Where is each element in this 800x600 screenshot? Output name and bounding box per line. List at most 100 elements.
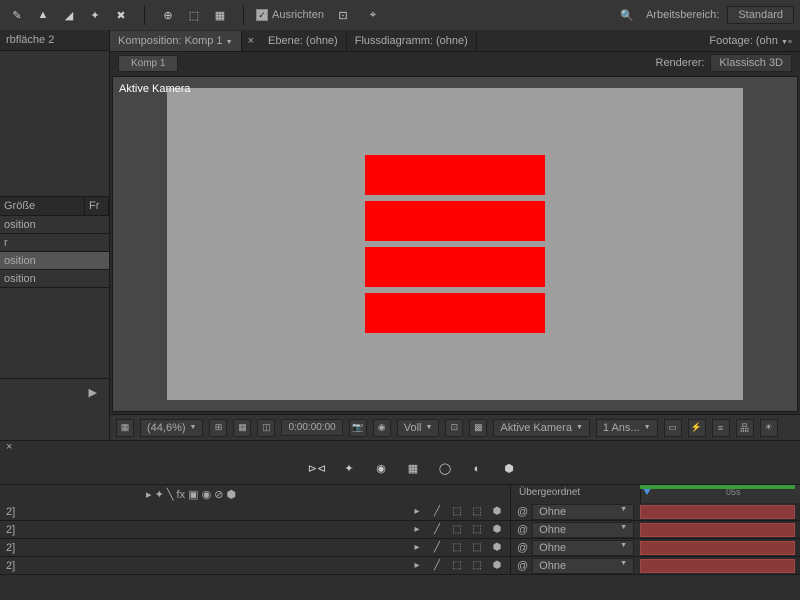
left-panel: rbfläche 2 Größe Fr osition r osition os… [0, 30, 110, 440]
layer-row[interactable]: 2]▸╱⬚⬚⬢ @Ohne▼ [0, 503, 800, 521]
renderer-dropdown[interactable]: Klassisch 3D [710, 54, 792, 72]
timeline-tools: ⊳⊲ ✦ ◉ ▦ ◯ ◐ ⬢ [0, 453, 800, 485]
close-icon[interactable]: × [6, 441, 12, 453]
resolution-dropdown[interactable]: Voll▼ [397, 419, 440, 437]
brush-icon[interactable]: ✦ [84, 4, 106, 26]
blur-icon[interactable]: ◐ [466, 458, 488, 480]
world-axis-icon[interactable]: ⬚ [183, 4, 205, 26]
list-item[interactable]: r [0, 234, 109, 252]
transparency-icon[interactable]: ▩ [469, 419, 487, 437]
comp-flow-icon[interactable]: 品 [736, 419, 754, 437]
col-fr[interactable]: Fr [85, 197, 109, 215]
switches-header: ▸ ✦ ╲ fx ▣ ◉ ⊘ ⬢ [0, 485, 510, 503]
motion-blur-icon[interactable]: ◉ [370, 458, 392, 480]
list-item[interactable]: osition [0, 270, 109, 288]
col-size[interactable]: Größe [0, 197, 85, 215]
left-panel-tab[interactable]: rbfläche 2 [0, 30, 109, 51]
pickwhip-icon[interactable]: @ [517, 524, 528, 536]
layer-name: 2] [6, 506, 15, 518]
search-icon[interactable]: 🔍 [616, 4, 638, 26]
tool-group-axis: ⊕ ⬚ ▦ [157, 4, 231, 26]
align-checkbox[interactable]: ✓ Ausrichten [256, 9, 324, 21]
layer-name: 2] [6, 542, 15, 554]
chevron-down-icon[interactable]: ▼≡ [781, 39, 792, 46]
camera-dropdown[interactable]: Aktive Kamera▼ [493, 419, 589, 437]
views-dropdown[interactable]: 1 Ans...▼ [596, 419, 658, 437]
layer-bar[interactable] [640, 559, 795, 573]
eraser-icon[interactable]: ◢ [58, 4, 80, 26]
snapshot-icon[interactable]: 📷 [349, 419, 367, 437]
layer-row[interactable]: 2]▸╱⬚⬚⬢ @Ohne▼ [0, 557, 800, 575]
layer-row[interactable]: 2]▸╱⬚⬚⬢ @Ohne▼ [0, 521, 800, 539]
workspace-dropdown[interactable]: Standard [727, 6, 794, 24]
red-layer[interactable] [365, 201, 545, 241]
exposure-icon[interactable]: ☀ [760, 419, 778, 437]
composition-canvas [167, 88, 743, 400]
brain-icon[interactable]: ◯ [434, 458, 456, 480]
renderer-label: Renderer: [656, 57, 705, 69]
view-axis-icon[interactable]: ▦ [209, 4, 231, 26]
layer-name: 2] [6, 524, 15, 536]
layer-name: 2] [6, 560, 15, 572]
graph-icon[interactable]: ▦ [402, 458, 424, 480]
snap-edge-icon[interactable]: ⌖ [362, 4, 384, 26]
parent-dropdown[interactable]: Ohne▼ [532, 540, 634, 556]
snap-icon[interactable]: ⊡ [332, 4, 354, 26]
red-layer[interactable] [365, 293, 545, 333]
list-item[interactable]: osition [0, 252, 109, 270]
channel-icon[interactable]: ◉ [373, 419, 391, 437]
parent-dropdown[interactable]: Ohne▼ [532, 504, 634, 520]
separator [144, 5, 145, 25]
subtabs: Komp 1 Renderer: Klassisch 3D [110, 52, 800, 74]
timeline-icon[interactable]: ≡ [712, 419, 730, 437]
red-layer[interactable] [365, 155, 545, 195]
pin-icon[interactable]: ✖ [110, 4, 132, 26]
pickwhip-icon[interactable]: @ [517, 542, 528, 554]
pickwhip-icon[interactable]: @ [517, 560, 528, 572]
layer-bar[interactable] [640, 505, 795, 519]
tab-footage[interactable]: Footage: (ohn ▼≡ [701, 31, 800, 51]
3d-icon[interactable]: ⬢ [498, 458, 520, 480]
separator [243, 5, 244, 25]
canvas-area[interactable]: Aktive Kamera [112, 76, 798, 412]
parent-dropdown[interactable]: Ohne▼ [532, 558, 634, 574]
tab-close[interactable]: × [242, 35, 260, 47]
mask-icon[interactable]: ◫ [257, 419, 275, 437]
tool-group-left: ✎ ▲ ◢ ✦ ✖ [6, 4, 132, 26]
tab-composition[interactable]: Komposition: Komp 1 ▼ [110, 31, 242, 51]
eyedropper-icon[interactable]: ✎ [6, 4, 28, 26]
viewer-tabs: Komposition: Komp 1 ▼ × Ebene: (ohne) Fl… [110, 30, 800, 52]
chevron-down-icon[interactable]: ▼ [226, 39, 233, 46]
alpha-icon[interactable]: ▦ [116, 419, 134, 437]
layers-list: 2]▸╱⬚⬚⬢ @Ohne▼ 2]▸╱⬚⬚⬢ @Ohne▼ 2]▸╱⬚⬚⬢ @O… [0, 503, 800, 575]
layer-row[interactable]: 2]▸╱⬚⬚⬢ @Ohne▼ [0, 539, 800, 557]
align-label: Ausrichten [272, 9, 324, 21]
left-items: osition r osition osition [0, 216, 109, 288]
list-item[interactable]: osition [0, 216, 109, 234]
pickwhip-icon[interactable]: @ [517, 506, 528, 518]
pixel-aspect-icon[interactable]: ▭ [664, 419, 682, 437]
zoom-dropdown[interactable]: (44,6%)▼ [140, 419, 203, 437]
stamp-icon[interactable]: ▲ [32, 4, 54, 26]
comp-subtab[interactable]: Komp 1 [118, 55, 178, 72]
viewer-panel: Komposition: Komp 1 ▼ × Ebene: (ohne) Fl… [110, 30, 800, 440]
tab-layer[interactable]: Ebene: (ohne) [260, 31, 347, 51]
grid-icon[interactable]: ▦ [233, 419, 251, 437]
parent-dropdown[interactable]: Ohne▼ [532, 522, 634, 538]
parent-header: Übergeordnet [510, 485, 640, 503]
timecode[interactable]: 0:00:00:00 [281, 419, 342, 436]
viewer-footer: ▦ (44,6%)▼ ⊞ ▦ ◫ 0:00:00:00 📷 ◉ Voll▼ ⊡ … [110, 414, 800, 440]
safe-icon[interactable]: ⊞ [209, 419, 227, 437]
shy-icon[interactable]: ⊳⊲ [306, 458, 328, 480]
tab-flowchart[interactable]: Flussdiagramm: (ohne) [347, 31, 477, 51]
local-axis-icon[interactable]: ⊕ [157, 4, 179, 26]
star-icon[interactable]: ✦ [338, 458, 360, 480]
red-layer[interactable] [365, 247, 545, 287]
renderer: Renderer: Klassisch 3D [656, 54, 793, 72]
play-icon[interactable]: ▶ [89, 386, 97, 399]
layer-bar[interactable] [640, 523, 795, 537]
workspace-label: Arbeitsbereich: [646, 9, 719, 21]
layer-bar[interactable] [640, 541, 795, 555]
fast-preview-icon[interactable]: ⚡ [688, 419, 706, 437]
roi-icon[interactable]: ⊡ [445, 419, 463, 437]
